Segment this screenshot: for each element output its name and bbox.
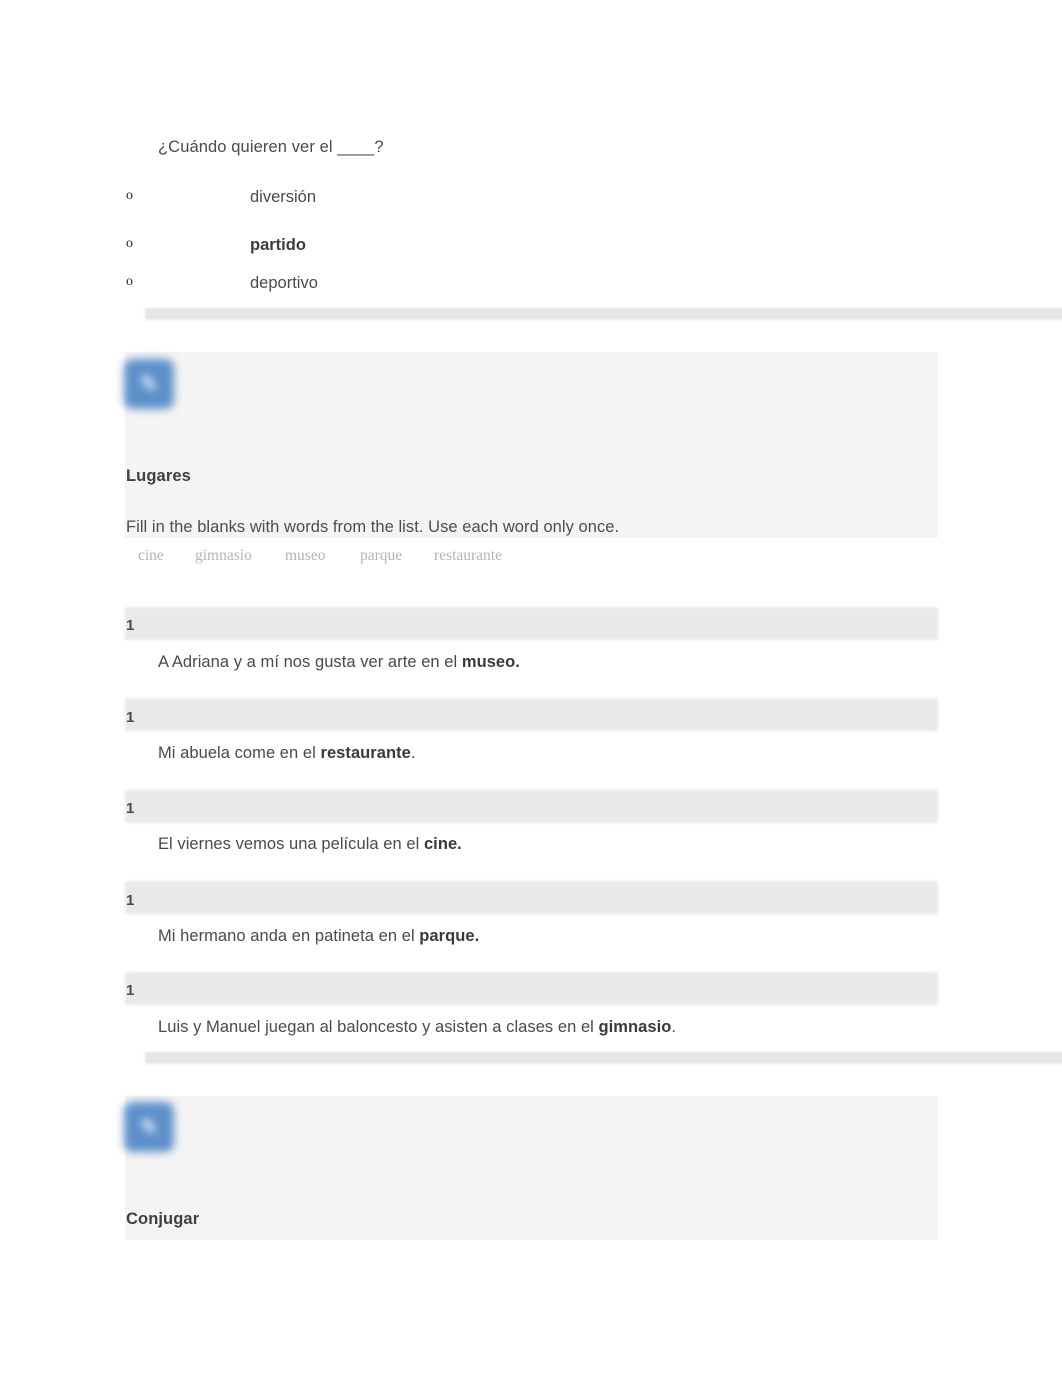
item-number: 1 — [126, 982, 135, 999]
word-bank-item: museo — [285, 547, 326, 564]
sentence-prefix: Mi hermano anda en patineta en el — [158, 927, 420, 945]
choice-label: diversión — [250, 188, 317, 206]
choice-label: deportivo — [250, 274, 318, 292]
word-bank-item: restaurante — [434, 547, 502, 564]
item-sentence: El viernes vemos una película en el cine… — [158, 835, 462, 854]
sentence-answer: parque. — [419, 927, 480, 945]
item-number: 1 — [126, 800, 135, 817]
item-number-bar — [125, 972, 938, 1005]
pencil-icon: ✎ — [124, 1102, 174, 1152]
activity-panel-conjugar — [125, 1096, 938, 1240]
sentence-answer: restaurante — [320, 744, 411, 762]
item-number-bar — [125, 698, 938, 731]
word-bank-item: gimnasio — [195, 547, 252, 564]
sentence-suffix: . — [671, 1018, 676, 1036]
item-number: 1 — [126, 617, 135, 634]
item-number: 1 — [126, 892, 135, 909]
item-sentence: A Adriana y a mí nos gusta ver arte en e… — [158, 653, 520, 672]
item-sentence: Mi abuela come en el restaurante. — [158, 744, 416, 763]
sentence-prefix: A Adriana y a mí nos gusta ver arte en e… — [158, 653, 462, 671]
activity-title-lugares: Lugares — [126, 467, 191, 485]
choice-option-1[interactable]: o diversión — [126, 188, 886, 214]
item-number-bar — [125, 790, 938, 823]
activity-title-conjugar: Conjugar — [126, 1210, 200, 1228]
question-stem: ¿Cuándo quieren ver el ____? — [158, 138, 384, 156]
pencil-icon-glyph: ✎ — [140, 1114, 158, 1139]
sentence-answer: gimnasio — [598, 1018, 672, 1036]
sentence-answer: museo. — [461, 653, 520, 671]
section-divider — [145, 308, 1062, 320]
choice-bullet-icon: o — [126, 188, 133, 203]
activity-panel-lugares — [125, 352, 938, 538]
activity-instructions-lugares: Fill in the blanks with words from the l… — [126, 518, 620, 536]
item-number: 1 — [126, 709, 135, 726]
item-number-bar — [125, 607, 938, 640]
word-bank-item: cine — [138, 547, 164, 564]
word-bank: cine gimnasio museo parque restaurante — [128, 546, 628, 588]
choice-bullet-icon: o — [126, 236, 133, 251]
item-sentence: Mi hermano anda en patineta en el parque… — [158, 927, 479, 946]
choice-option-2[interactable]: o partido — [126, 236, 886, 262]
section-divider — [145, 1052, 1062, 1064]
pencil-icon: ✎ — [124, 359, 174, 409]
sentence-prefix: Mi abuela come en el — [158, 744, 321, 762]
item-number-bar — [125, 881, 938, 914]
word-bank-item: parque — [360, 547, 403, 564]
sentence-prefix: Luis y Manuel juegan al baloncesto y asi… — [158, 1018, 599, 1036]
sentence-answer: cine. — [423, 835, 462, 853]
item-sentence: Luis y Manuel juegan al baloncesto y asi… — [158, 1018, 676, 1037]
sentence-prefix: El viernes vemos una película en el — [158, 835, 424, 853]
pencil-icon-glyph: ✎ — [140, 371, 158, 396]
choice-option-3[interactable]: o deportivo — [126, 274, 886, 300]
sentence-suffix: . — [410, 744, 416, 762]
document-page: ¿Cuándo quieren ver el ____? o diversión… — [0, 0, 1062, 1376]
choice-bullet-icon: o — [126, 274, 133, 289]
choice-label: partido — [250, 236, 306, 254]
